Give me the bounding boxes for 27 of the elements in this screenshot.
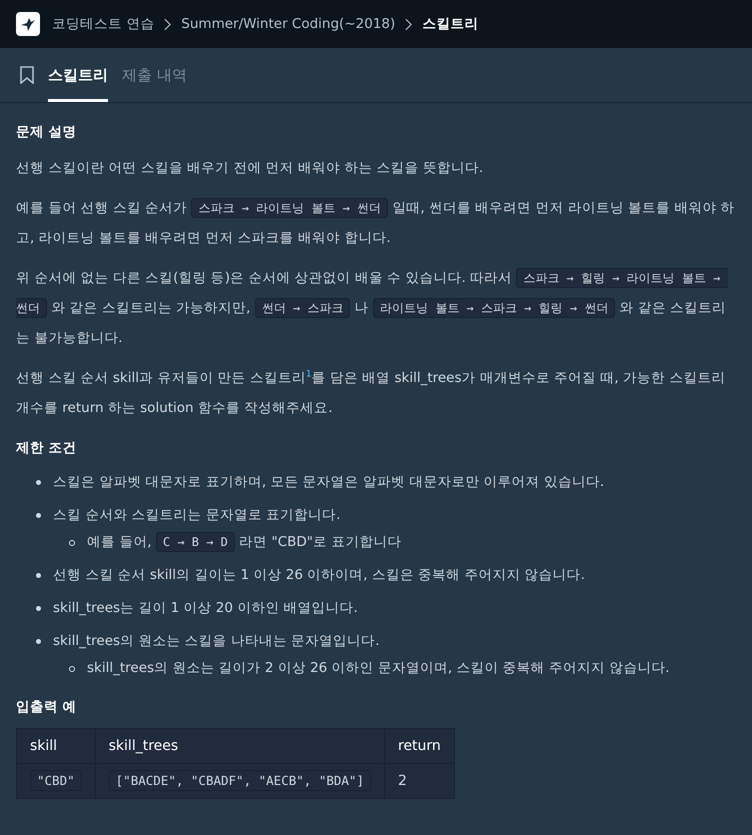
column-header: return (384, 728, 454, 764)
chevron-right-icon (164, 18, 172, 30)
column-header: skill (16, 728, 96, 764)
list-item: skill_trees는 길이 1 이상 20 이하인 배열입니다. (53, 599, 358, 618)
breadcrumb-link[interactable]: 코딩테스트 연습 (52, 15, 154, 33)
tab[interactable]: 제출 내역 (122, 51, 187, 102)
list-item: 예를 들어, C → B → D 라면 "CBD"로 표기합니다 (87, 531, 402, 554)
chevron-right-icon (405, 18, 412, 30)
list-item: 선행 스킬 순서 skill의 길이는 1 이상 26 이하이며, 스킬은 중복해 주어지지 않습니다. (53, 566, 585, 585)
list-item: 스킬은 알파벳 대문자로 표기하며, 모든 문자열은 알파벳 대문자로만 이루어져 있습니다. (53, 473, 604, 492)
list-item: 스킬 순서와 스킬트리는 문자열로 표기합니다. (53, 506, 342, 525)
paragraph: 선행 스킬이란 어떤 스킬을 배우기 전에 먼저 배워야 하는 스킬을 뜻합니다. (16, 159, 484, 178)
column-header: skill_trees (95, 728, 384, 764)
list-item: skill_trees의 원소는 스킬을 나타내는 문자열입니다. (53, 632, 381, 651)
breadcrumb-link[interactable]: Summer/Winter Coding(~2018) (181, 16, 396, 32)
bookmark-icon (20, 66, 34, 84)
tab[interactable]: 스킬트리 (48, 51, 108, 102)
table-cell: "CBD" (30, 770, 82, 791)
list-item: skill_trees의 원소는 길이가 2 이상 26 이하인 문자열이며, 스킬이 중복해 주어지지 않습니다. (87, 659, 670, 678)
breadcrumb-link[interactable]: 스킬트리 (422, 15, 478, 33)
section-heading: 문제 설명 (16, 123, 78, 141)
section-heading: 제한 조건 (16, 439, 78, 457)
table-cell: ["BACDE", "CBADF", "AECB", "BDA"] (108, 770, 371, 791)
section-heading: 입출력 예 (16, 698, 78, 716)
paragraph: 선행 스킬 순서 skill과 유저들이 만든 스킬트리$^{1}$를 담은 배열 skill_trees가 매개변수로 주어질 때, 가능한 스킬트리 개수를 return 하는 solution 함수를 작성해주세요. (16, 368, 726, 418)
table-cell: 2 (398, 773, 407, 789)
paragraph: 예를 들어 선행 스킬 순서가 스파크 → 라이트닝 볼트 → 썬더 일때, 썬더를 배우려면 먼저 라이트닝 볼트를 배워야 하고, 라이트닝 볼트를 배우려면 먼저 스파크를 배워야 합니다. (16, 197, 736, 248)
